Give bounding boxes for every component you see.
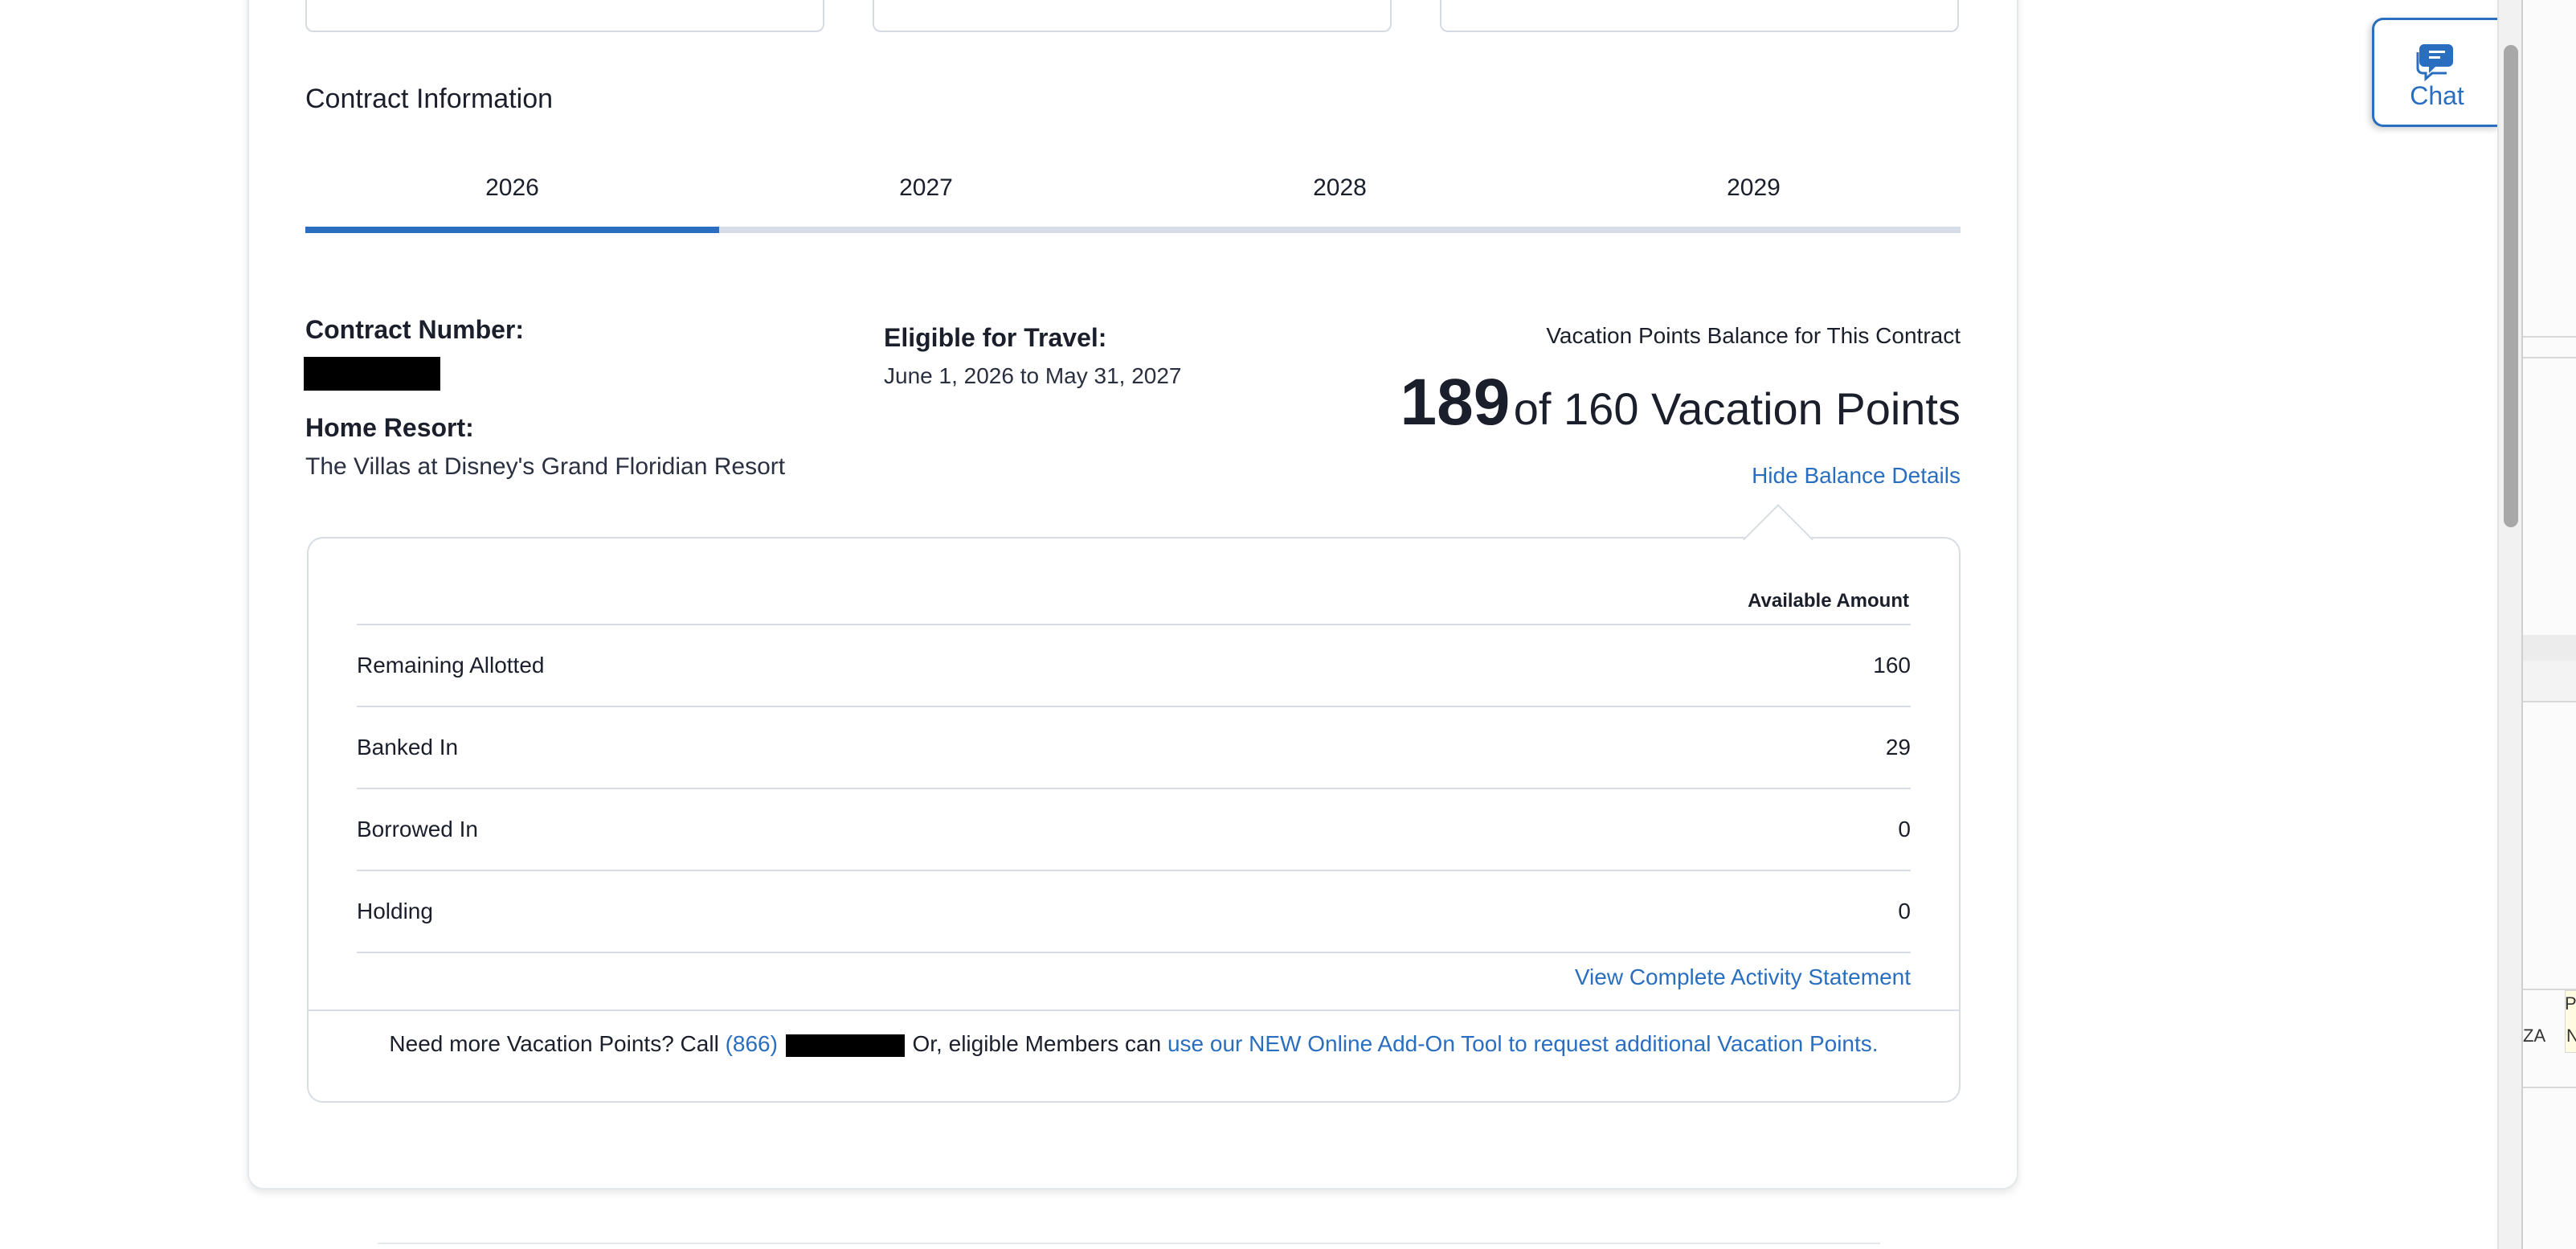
year-tabs: 2026 2027 2028 2029: [305, 161, 1961, 233]
row-value: 0: [1898, 899, 1911, 923]
tab-2027[interactable]: 2027: [719, 161, 1133, 233]
row-value: 29: [1885, 735, 1911, 760]
eligible-travel-label: Eligible for Travel:: [884, 323, 1107, 352]
side-divider: [2523, 357, 2576, 358]
summary-box-2: [873, 0, 1392, 32]
chat-bubble-icon: [2416, 44, 2453, 81]
chat-label: Chat: [2410, 81, 2464, 110]
page: Contract Information 2026 2027 2028 2029…: [0, 0, 2576, 1249]
balance-label: Vacation Points Balance for This Contrac…: [1546, 323, 1961, 348]
balance-of-total: of 160 Vacation Points: [1513, 383, 1961, 434]
table-row: Holding 0: [357, 871, 1911, 953]
row-label: Remaining Allotted: [357, 653, 545, 678]
side-divider: [2523, 1087, 2576, 1088]
panel-footer: Need more Vacation Points? Call (866) Or…: [309, 1009, 1959, 1101]
contract-number-label: Contract Number:: [305, 315, 525, 344]
row-label: Banked In: [357, 735, 459, 760]
row-value: 160: [1873, 653, 1911, 678]
side-divider: [2523, 336, 2576, 338]
scrollbar[interactable]: [2497, 0, 2523, 1249]
balance-details-table: Remaining Allotted 160 Banked In 29 Borr…: [357, 624, 1911, 953]
eligible-travel-value: June 1, 2026 to May 31, 2027: [884, 363, 1182, 388]
side-text-za: ZA: [2523, 1026, 2546, 1046]
background-app-strip: P ZA N: [2521, 0, 2576, 1249]
row-value: 0: [1898, 817, 1911, 842]
view-activity-statement-link[interactable]: View Complete Activity Statement: [1575, 964, 1911, 990]
phone-link[interactable]: (866): [726, 1031, 778, 1056]
balance-details-panel: Available Amount Remaining Allotted 160 …: [307, 537, 1961, 1103]
hide-balance-details-link[interactable]: Hide Balance Details: [1752, 463, 1961, 489]
next-card-edge: [378, 1243, 1880, 1244]
phone-redacted: [785, 1034, 905, 1057]
chat-button[interactable]: Chat: [2372, 18, 2500, 127]
section-title: Contract Information: [305, 84, 554, 114]
contract-number-redacted: [304, 357, 440, 391]
table-row: Remaining Allotted 160: [357, 625, 1911, 707]
balance-summary: 189 of 160 Vacation Points: [1400, 365, 1961, 440]
tab-2029[interactable]: 2029: [1547, 161, 1961, 233]
scrollbar-thumb[interactable]: [2504, 45, 2518, 527]
table-row: Banked In 29: [357, 707, 1911, 789]
home-resort-value: The Villas at Disney's Grand Floridian R…: [305, 453, 786, 480]
table-row: Borrowed In 0: [357, 789, 1911, 871]
summary-box-3: [1440, 0, 1959, 32]
side-band: [2523, 661, 2576, 701]
footer-text-middle: Or, eligible Members can: [906, 1031, 1167, 1056]
home-resort-label: Home Resort:: [305, 413, 474, 442]
row-label: Borrowed In: [357, 817, 478, 842]
row-label: Holding: [357, 899, 433, 923]
tab-2028[interactable]: 2028: [1133, 161, 1547, 233]
side-text-p: P: [2565, 993, 2576, 1014]
tab-2026[interactable]: 2026: [305, 161, 719, 233]
available-amount-header: Available Amount: [1748, 590, 1909, 612]
balance-points: 189: [1400, 366, 1511, 439]
summary-box-1: [305, 0, 824, 32]
side-divider: [2523, 701, 2576, 702]
footer-text-before: Need more Vacation Points? Call: [389, 1031, 726, 1056]
addon-tool-link[interactable]: use our NEW Online Add-On Tool to reques…: [1167, 1031, 1879, 1056]
side-text-n: N: [2566, 1026, 2576, 1046]
